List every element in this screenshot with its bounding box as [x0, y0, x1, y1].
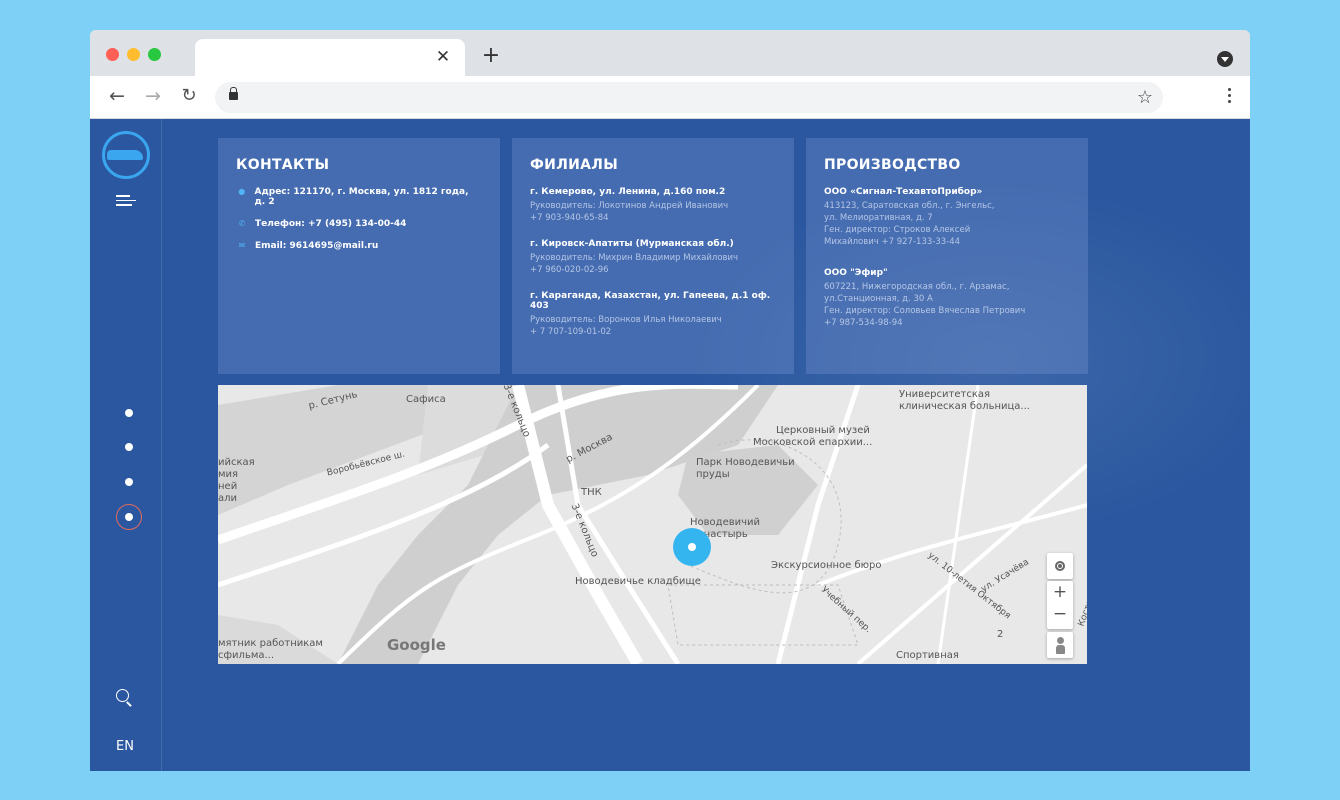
pager-dot-1[interactable] [125, 409, 133, 417]
map-label: Московской епархии... [753, 437, 873, 448]
page-viewport: EN КОНТАКТЫ ● Адрес: 121170, г. Москва, … [90, 119, 1250, 771]
lock-icon [229, 87, 238, 100]
contacts-card: КОНТАКТЫ ● Адрес: 121170, г. Москва, ул.… [218, 138, 500, 374]
production-card: ПРОИЗВОДСТВО ООО «Сигнал-ТехавтоПрибор» … [806, 138, 1088, 374]
close-icon[interactable]: ✕ [433, 47, 453, 67]
map[interactable]: р. Сетунь Сафиса 3-е кольцо Университетс… [218, 385, 1087, 664]
map-label: Спортивная [896, 650, 959, 661]
map-canvas [218, 385, 1087, 664]
map-label: клиническая больница... [899, 401, 1030, 412]
search-icon[interactable] [116, 689, 136, 709]
new-tab-button[interactable]: + [480, 45, 502, 67]
menu-icon[interactable] [116, 195, 136, 207]
map-label: 2 [997, 629, 1004, 640]
mail-icon: ✉ [238, 241, 246, 250]
map-label: ТНК [581, 487, 602, 498]
close-window-button[interactable] [106, 48, 119, 61]
logo[interactable] [102, 131, 150, 179]
google-logo: Google [387, 636, 446, 654]
chevron-down-icon[interactable] [1217, 51, 1233, 67]
forward-button[interactable]: → [142, 85, 164, 107]
bookmark-star-icon[interactable]: ☆ [1137, 87, 1153, 108]
location-marker[interactable] [673, 528, 711, 566]
location-pin-icon: ● [238, 187, 246, 196]
map-label: мия [218, 469, 239, 480]
address-bar[interactable]: ☆ [215, 82, 1163, 113]
contact-phone[interactable]: ✆ Телефон: +7 (495) 134-00-44 [236, 219, 482, 229]
back-button[interactable]: ← [106, 85, 128, 107]
branch-entry: г. Кемерово, ул. Ленина, д.160 пом.2 Рук… [530, 187, 729, 223]
reload-button[interactable]: ↻ [178, 85, 200, 107]
map-label: ней [218, 481, 238, 492]
branches-card: ФИЛИАЛЫ г. Кемерово, ул. Ленина, д.160 п… [512, 138, 794, 374]
production-entry: ООО "Эфир" 607221, Нижегородская обл., г… [824, 268, 1026, 328]
maximize-window-button[interactable] [148, 48, 161, 61]
zoom-control: + − [1047, 581, 1073, 629]
pager-dot-4-active[interactable] [116, 504, 142, 530]
production-title: ПРОИЗВОДСТВО [824, 157, 961, 173]
contacts-title: КОНТАКТЫ [236, 157, 330, 173]
map-label: Новодевичье кладбище [575, 576, 701, 587]
zoom-in-button[interactable]: + [1047, 581, 1073, 603]
pager-dot-2[interactable] [125, 443, 133, 451]
map-label: Университетская [899, 389, 991, 400]
browser-menu-icon[interactable] [1226, 86, 1232, 108]
map-label: Сафиса [406, 394, 446, 405]
active-tab[interactable]: ✕ [195, 39, 465, 76]
map-label: Новодевичий [690, 517, 761, 528]
browser-window: ✕ + ← → ↻ ☆ EN КОНТАКТЫ ● Адрес: 121170,… [90, 30, 1250, 771]
branches-title: ФИЛИАЛЫ [530, 157, 619, 173]
minimize-window-button[interactable] [127, 48, 140, 61]
phone-icon: ✆ [238, 219, 246, 228]
pager-dot-3[interactable] [125, 478, 133, 486]
map-label: Парк Новодевичьи [696, 457, 795, 468]
zoom-out-button[interactable]: − [1047, 603, 1073, 625]
map-label: мятник работникам [218, 638, 323, 649]
map-label: ийская [218, 457, 255, 468]
map-label: пруды [696, 469, 730, 480]
my-location-icon[interactable] [1047, 553, 1073, 579]
language-switch[interactable]: EN [116, 739, 134, 754]
map-label: али [218, 493, 238, 504]
street-view-icon[interactable] [1047, 632, 1073, 658]
car-icon [107, 150, 143, 160]
tab-bar: ✕ + [90, 30, 1250, 76]
branch-entry: г. Кировск-Апатиты (Мурманская обл.) Рук… [530, 239, 739, 275]
pager-dot-4 [125, 513, 133, 521]
map-label: Церковный музей [776, 425, 870, 436]
map-label: сфильма... [218, 650, 275, 661]
contact-email[interactable]: ✉ Email: 9614695@mail.ru [236, 241, 482, 251]
sidebar: EN [90, 119, 162, 771]
browser-toolbar: ← → ↻ ☆ [90, 76, 1250, 119]
branch-entry: г. Караганда, Казахстан, ул. Гапеева, д.… [530, 291, 771, 337]
contact-address: ● Адрес: 121170, г. Москва, ул. 1812 год… [236, 187, 482, 207]
map-label: Экскурсионное бюро [771, 560, 882, 571]
production-entry: ООО «Сигнал-ТехавтоПрибор» 413123, Сарат… [824, 187, 995, 247]
